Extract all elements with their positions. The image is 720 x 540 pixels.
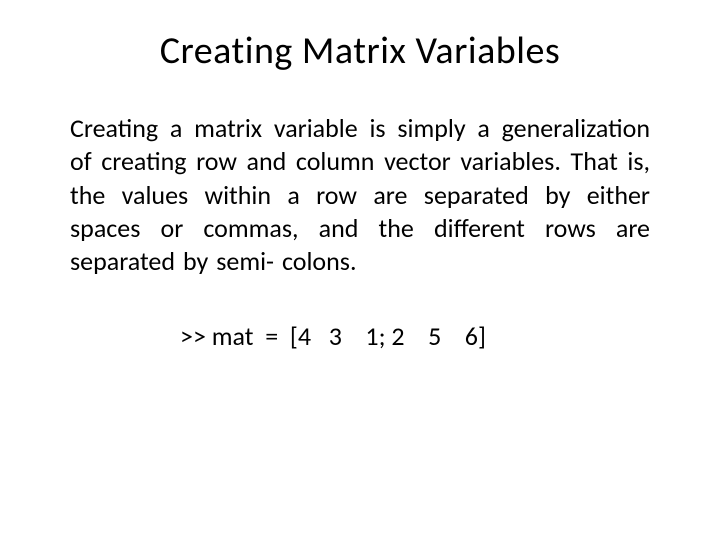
body-paragraph: Creating a matrix variable is simply a g… bbox=[70, 112, 650, 278]
code-example: >> mat = [4 3 1; 2 5 6] bbox=[70, 320, 650, 352]
slide-title: Creating Matrix Variables bbox=[70, 28, 650, 74]
